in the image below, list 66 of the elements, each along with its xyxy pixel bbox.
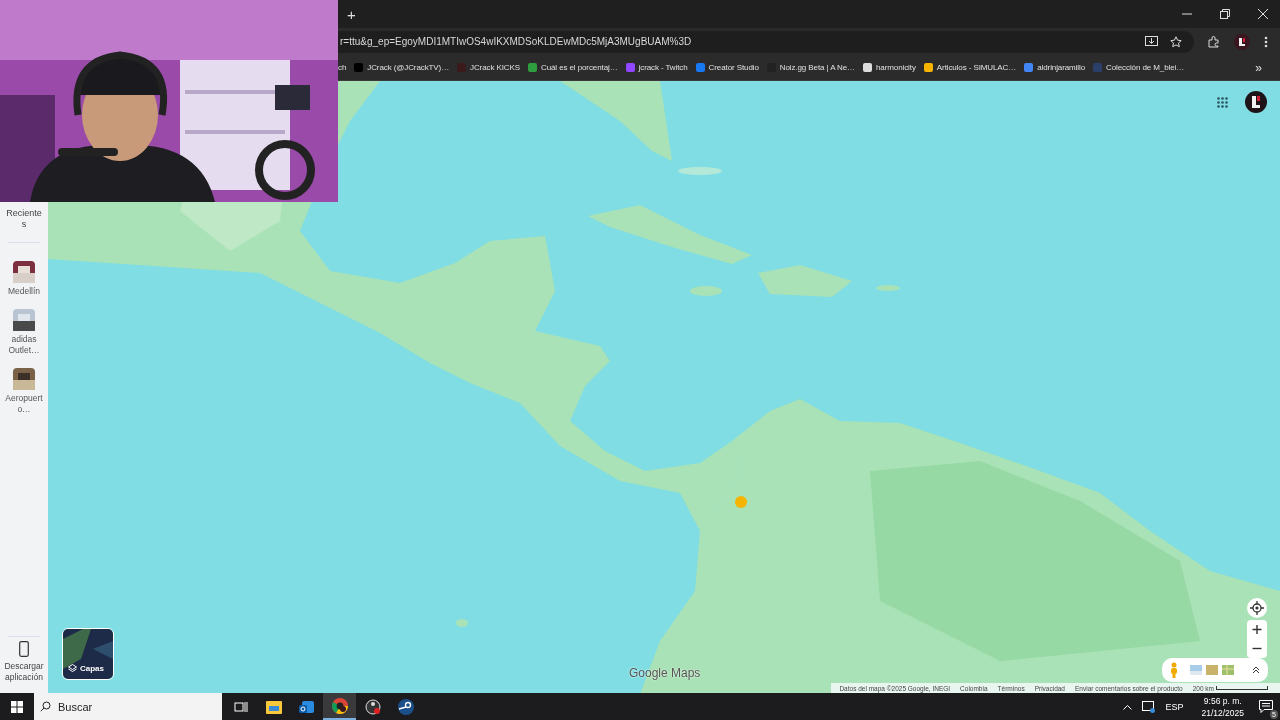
site-icon	[1024, 63, 1034, 72]
clock[interactable]: 9:56 p. m. 21/12/2025	[1201, 694, 1244, 719]
bookmark-item[interactable]: Noiz.gg Beta | A Ne…	[766, 63, 855, 72]
bookmark-item[interactable]: ch	[338, 63, 347, 72]
layers-icon	[68, 664, 77, 673]
close-icon[interactable]	[1258, 9, 1268, 19]
site-icon	[354, 63, 364, 72]
restore-icon[interactable]	[1220, 9, 1230, 19]
site-icon	[1093, 63, 1103, 72]
shoal	[678, 167, 722, 175]
show-hidden-icons-icon[interactable]	[1123, 703, 1133, 710]
record-app-icon	[364, 698, 381, 715]
island	[690, 286, 722, 296]
windows-start-icon[interactable]	[11, 700, 23, 713]
apps-grid-icon[interactable]	[1217, 97, 1228, 108]
bookmark-item[interactable]: JCrack (@JCrackTV)…	[354, 63, 450, 72]
map-thumbnail	[63, 629, 113, 679]
recent-place[interactable]: Aeropuerto…	[4, 368, 44, 415]
bookmark-item[interactable]: Colección de M_blei…	[1093, 63, 1185, 72]
collapse-icon[interactable]	[1252, 666, 1260, 674]
island	[456, 619, 468, 627]
recent-place[interactable]: adidas Outlet…	[4, 309, 44, 356]
taskbar-search-field[interactable]: Buscar	[34, 693, 222, 720]
map-type-thumbnail[interactable]	[1206, 665, 1218, 675]
download-app-button[interactable]: Descargar aplicación	[1, 641, 47, 683]
recents-heading: Recientes	[5, 208, 43, 230]
site-icon	[923, 63, 933, 72]
phone-icon	[19, 641, 29, 657]
mail-app-icon	[298, 698, 315, 715]
language-indicator[interactable]: ESP	[1165, 701, 1184, 712]
new-tab-button[interactable]: +	[347, 6, 356, 22]
site-icon	[863, 63, 872, 72]
folder-icon	[265, 699, 282, 714]
bookmark-item[interactable]: Creator Studio	[695, 63, 759, 72]
profile-avatar-icon[interactable]	[1234, 33, 1250, 50]
more-bookmarks-button[interactable]: »	[1255, 60, 1262, 75]
address-bar[interactable]: r=ttu&g_ep=EgoyMDI1MTIwOS4wIKXMDSoKLDEwMDc5MjA3MUgBUAM%3D	[338, 30, 1194, 53]
map-type-thumbnail[interactable]	[1190, 665, 1202, 675]
account-avatar-icon[interactable]	[1245, 91, 1267, 113]
browser-icon	[331, 697, 348, 714]
extensions-icon[interactable]	[1208, 35, 1220, 48]
install-app-icon[interactable]	[1145, 35, 1158, 48]
site-icon	[695, 63, 705, 72]
map-type-thumbnail[interactable]	[1222, 665, 1234, 675]
bookmark-item[interactable]: harmonicity	[863, 63, 916, 72]
site-icon	[625, 63, 635, 72]
task-view-icon	[233, 699, 248, 714]
bookmark-item[interactable]: JCrack KICKS	[457, 63, 520, 72]
layers-button[interactable]: Capas	[62, 628, 114, 680]
game-launcher-icon	[397, 698, 414, 715]
map-logo: Google Maps	[629, 666, 701, 680]
bookmark-item[interactable]: Articulos - SIMULAC…	[923, 63, 1017, 72]
network-icon[interactable]	[1142, 700, 1156, 713]
bookmark-item[interactable]: aldrinjaramillo	[1024, 63, 1086, 72]
recent-place[interactable]: Medellín	[4, 261, 44, 297]
bookmark-item[interactable]: jcrack - Twitch	[625, 63, 688, 72]
place-marker-icon[interactable]	[735, 496, 747, 508]
my-location-button[interactable]	[1247, 598, 1267, 618]
bookmark-item[interactable]: Cuál es el porcentaj…	[527, 63, 618, 72]
message-icon	[1259, 700, 1273, 713]
search-icon	[40, 701, 51, 712]
site-icon	[527, 63, 537, 72]
island	[876, 285, 900, 291]
bookmark-star-icon[interactable]	[1170, 35, 1182, 48]
taskbar-app[interactable]	[323, 693, 356, 720]
menu-icon[interactable]	[1264, 35, 1268, 48]
